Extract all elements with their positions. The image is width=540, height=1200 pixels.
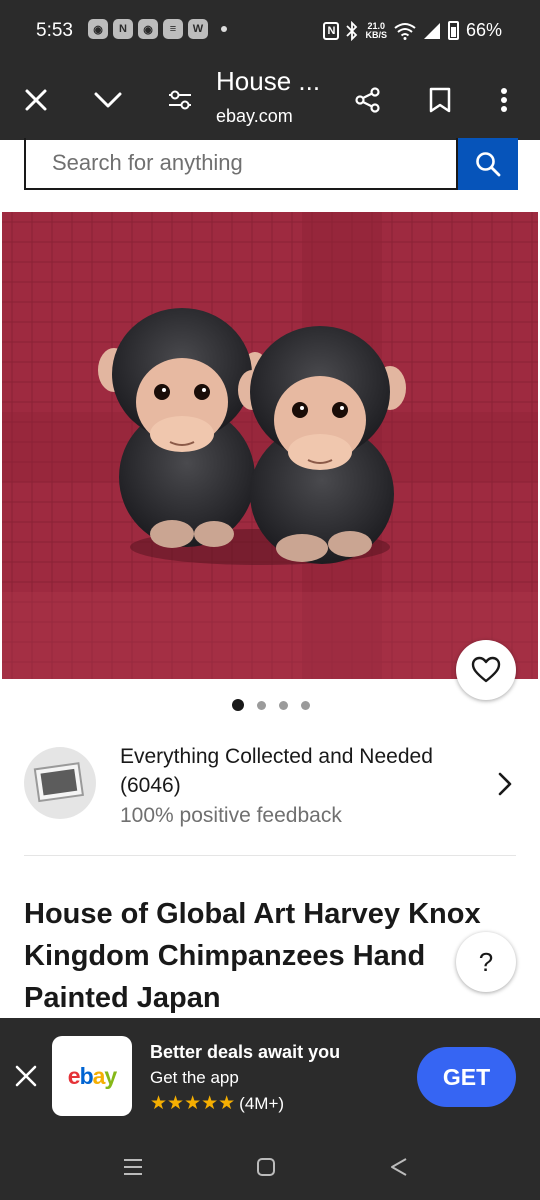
home-icon (257, 1158, 275, 1176)
rating-count: (4M+) (239, 1093, 285, 1113)
app-notification-icon: ◉ (88, 19, 108, 39)
seller-details-button[interactable] (492, 770, 518, 798)
signal-icon (423, 22, 440, 39)
bookmark-button[interactable] (416, 76, 464, 124)
more-notifications-dot (221, 26, 227, 32)
share-icon (355, 87, 380, 113)
image-pagination (232, 699, 310, 711)
product-image[interactable] (2, 212, 538, 679)
pagination-dot[interactable] (257, 700, 266, 710)
pagination-dot-active[interactable] (232, 699, 244, 711)
home-button[interactable] (251, 1152, 281, 1182)
item-title: House of Global Art Harvey Knox Kingdom … (24, 898, 481, 1014)
back-icon (391, 1158, 407, 1176)
back-button[interactable] (384, 1152, 414, 1182)
recents-icon (124, 1159, 142, 1175)
battery-level: 66% (465, 20, 502, 40)
wifi-icon (394, 22, 416, 40)
app-notification-icon: W (188, 19, 208, 39)
system-nav-bar (0, 1134, 540, 1200)
search-button[interactable] (458, 138, 518, 190)
search-icon (476, 152, 501, 177)
pagination-dot[interactable] (301, 700, 310, 710)
app-notification-icon: ◉ (138, 19, 158, 39)
pagination-dot[interactable] (279, 700, 288, 710)
logo-letter: b (79, 1062, 94, 1089)
battery-icon (447, 21, 459, 40)
ebay-logo: ebay (52, 1036, 132, 1116)
site-settings-button[interactable] (156, 76, 204, 124)
banner-close-button[interactable] (8, 1058, 44, 1094)
bluetooth-icon (346, 20, 358, 41)
heart-icon (471, 656, 501, 683)
close-icon (15, 1065, 37, 1087)
app-rating: ★★★★★ (4M+) (150, 1092, 284, 1115)
banner-subtext: Get the app (150, 1068, 239, 1087)
browser-toolbar: House ... ebay.com (0, 60, 540, 140)
bookmark-icon (429, 87, 451, 113)
seller-name[interactable]: Everything Collected and Needed (120, 742, 490, 771)
seller-feedback-percent: 100% positive feedback (120, 804, 342, 827)
search-input[interactable]: Search for anything (24, 138, 458, 190)
logo-letter: y (104, 1062, 117, 1089)
network-speed: 21.0 KB/S (365, 20, 387, 40)
logo-letter: a (92, 1062, 106, 1089)
help-button[interactable]: ? (456, 932, 516, 992)
chimpanzee-figurines-photo (2, 212, 538, 679)
close-tab-button[interactable] (12, 76, 60, 124)
photo-placeholder-icon (33, 762, 85, 803)
app-notification-icon: ≡ (163, 19, 183, 39)
minimize-button[interactable] (84, 76, 132, 124)
more-vert-icon (501, 88, 507, 112)
tune-icon (169, 90, 191, 110)
status-time: 5:53 (36, 20, 73, 41)
close-icon (25, 89, 47, 111)
banner-headline: Better deals await you (150, 1042, 341, 1062)
get-app-button[interactable]: GET (417, 1047, 516, 1107)
nfc-icon: N (323, 21, 340, 40)
tab-title[interactable]: House ... (216, 66, 320, 97)
question-mark-icon: ? (478, 946, 494, 977)
watchlist-button[interactable] (456, 640, 516, 700)
star-rating-icons: ★★★★★ (150, 1093, 236, 1114)
recent-apps-button[interactable] (118, 1152, 148, 1182)
notification-icons: ◉ N ◉ ≡ W (88, 19, 227, 39)
app-install-banner: ebay Better deals await you Get the app … (0, 1018, 540, 1134)
status-bar: 5:53 ◉ N ◉ ≡ W N 21.0 KB/S 66% (0, 0, 540, 60)
chevron-right-icon (498, 772, 512, 796)
divider (24, 855, 516, 856)
chevron-down-icon (94, 92, 122, 108)
tab-url[interactable]: ebay.com (216, 106, 293, 127)
logo-letter: e (67, 1062, 81, 1089)
seller-avatar[interactable] (24, 747, 96, 819)
search-bar: Search for anything (0, 138, 540, 192)
status-right: N 21.0 KB/S 66% (323, 20, 502, 41)
more-options-button[interactable] (480, 76, 528, 124)
seller-feedback-count: (6046) (120, 774, 181, 797)
share-button[interactable] (344, 76, 392, 124)
app-notification-icon: N (113, 19, 133, 39)
